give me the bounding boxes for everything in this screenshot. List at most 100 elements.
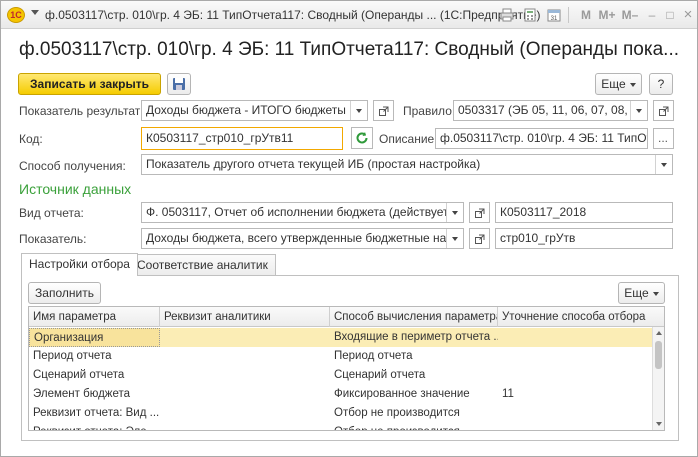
- open-form-icon: [475, 234, 485, 244]
- floppy-disk-icon: [173, 78, 185, 90]
- table-cell[interactable]: Реквизит отчета: Эле...: [29, 423, 160, 430]
- calculator-icon[interactable]: [521, 6, 539, 24]
- table-cell[interactable]: Сценарий отчета: [330, 366, 498, 385]
- table-cell[interactable]: [498, 347, 652, 366]
- table-cell[interactable]: Отбор не производится: [330, 404, 498, 423]
- indicator-result-value: Доходы бюджета - ИТОГО бюджеты горо: [146, 103, 368, 117]
- table-row[interactable]: Реквизит отчета: Вид ... Отбор не произв…: [29, 404, 653, 423]
- table-cell[interactable]: Входящие в периметр отчета ...: [330, 328, 498, 347]
- page-title: ф.0503117\стр. 010\гр. 4 ЭБ: 11 ТипОтчет…: [19, 39, 679, 60]
- edit-description-button[interactable]: ...: [653, 128, 674, 149]
- table-cell[interactable]: Фиксированное значение: [330, 385, 498, 404]
- description-input[interactable]: ф.0503117\стр. 010\гр. 4 ЭБ: 11 ТипОтче: [435, 128, 648, 149]
- tab-filter-settings[interactable]: Настройки отбора: [21, 253, 138, 276]
- indicator-label: Показатель:: [19, 232, 87, 246]
- refresh-code-button[interactable]: [351, 127, 373, 149]
- table-cell[interactable]: [498, 423, 652, 430]
- table-cell[interactable]: [160, 385, 330, 404]
- title-bar: 1С ф.0503117\стр. 010\гр. 4 ЭБ: 11 ТипОт…: [1, 1, 697, 29]
- more-button[interactable]: Еще: [595, 73, 642, 95]
- table-cell[interactable]: 11: [498, 385, 652, 404]
- refresh-icon: [356, 132, 368, 144]
- report-type-code: К0503117_2018: [495, 202, 673, 223]
- scroll-up-icon[interactable]: [656, 331, 662, 335]
- memory-m-icon[interactable]: M: [577, 6, 595, 24]
- column-header-name[interactable]: Имя параметра: [29, 307, 160, 327]
- table-cell[interactable]: Период отчета: [330, 347, 498, 366]
- code-label: Код:: [19, 132, 43, 146]
- open-rule-button[interactable]: [653, 100, 674, 121]
- print-icon[interactable]: [498, 6, 516, 24]
- column-header-method[interactable]: Способ вычисления параметра: [330, 307, 498, 327]
- vertical-scrollbar[interactable]: [652, 327, 664, 430]
- data-source-heading: Источник данных: [19, 181, 132, 197]
- open-indicator-result-button[interactable]: [373, 100, 394, 121]
- minimize-button[interactable]: –: [643, 6, 661, 24]
- column-header-attribute[interactable]: Реквизит аналитики: [160, 307, 330, 327]
- open-form-icon: [659, 106, 669, 116]
- table-cell[interactable]: Отбор не производится: [330, 423, 498, 430]
- table-cell[interactable]: Элемент бюджета: [29, 385, 160, 404]
- app-logo-icon[interactable]: 1С: [7, 7, 25, 23]
- restore-button[interactable]: □: [661, 6, 679, 24]
- chevron-down-icon[interactable]: [655, 155, 672, 174]
- chevron-down-icon[interactable]: [446, 203, 463, 222]
- table-cell[interactable]: [498, 366, 652, 385]
- open-report-type-button[interactable]: [469, 202, 490, 223]
- table-more-label: Еще: [624, 286, 649, 300]
- scroll-thumb[interactable]: [655, 341, 662, 369]
- indicator-result-field[interactable]: Доходы бюджета - ИТОГО бюджеты горо: [141, 100, 368, 121]
- rule-value: 0503317 (ЭБ 05, 11, 06, 07, 08, 09): [458, 103, 648, 117]
- indicator-result-label: Показатель результат:: [19, 104, 144, 118]
- table-cell[interactable]: [160, 328, 330, 347]
- table-cell[interactable]: Реквизит отчета: Вид ...: [29, 404, 160, 423]
- calendar-icon[interactable]: 31: [545, 6, 563, 24]
- indicator-field[interactable]: Доходы бюджета, всего утвержденные бюдже…: [141, 228, 464, 249]
- help-button[interactable]: ?: [649, 73, 673, 95]
- column-header-refinement[interactable]: Уточнение способа отбора: [498, 307, 652, 327]
- table-cell[interactable]: Период отчета: [29, 347, 160, 366]
- description-label: Описание:: [379, 132, 438, 146]
- table-cell[interactable]: [160, 347, 330, 366]
- chevron-down-icon[interactable]: [630, 101, 647, 120]
- tab-analytics-mapping[interactable]: Соответствие аналитик: [129, 254, 276, 275]
- method-value: Показатель другого отчета текущей ИБ (пр…: [146, 157, 481, 171]
- table-row[interactable]: Период отчета Период отчета: [29, 347, 653, 366]
- table-row[interactable]: Организация Входящие в периметр отчета .…: [29, 328, 653, 347]
- report-type-label: Вид отчета:: [19, 206, 84, 220]
- table-cell[interactable]: [498, 328, 652, 347]
- code-input[interactable]: К0503117_стр010_грУтв11: [141, 127, 343, 150]
- indicator-code: стр010_грУтв: [495, 228, 673, 249]
- scroll-down-icon[interactable]: [656, 422, 662, 426]
- memory-m-plus-icon[interactable]: M+: [598, 6, 616, 24]
- table-cell[interactable]: Организация: [29, 328, 160, 347]
- window-title: ф.0503117\стр. 010\гр. 4 ЭБ: 11 ТипОтчет…: [45, 8, 541, 22]
- method-select[interactable]: Показатель другого отчета текущей ИБ (пр…: [141, 154, 673, 175]
- table-row[interactable]: Сценарий отчета Сценарий отчета: [29, 366, 653, 385]
- close-button[interactable]: ×: [679, 6, 697, 24]
- fill-button[interactable]: Заполнить: [28, 282, 101, 304]
- main-menu-icon[interactable]: [31, 10, 39, 15]
- open-indicator-button[interactable]: [469, 228, 490, 249]
- save-button[interactable]: [167, 73, 191, 95]
- rule-field[interactable]: 0503317 (ЭБ 05, 11, 06, 07, 08, 09): [453, 100, 648, 121]
- table-cell[interactable]: [160, 404, 330, 423]
- table-cell[interactable]: [160, 423, 330, 430]
- parameters-table[interactable]: Имя параметра Реквизит аналитики Способ …: [28, 306, 665, 431]
- table-row[interactable]: Реквизит отчета: Эле... Отбор не произво…: [29, 423, 653, 430]
- chevron-down-icon[interactable]: [350, 101, 367, 120]
- save-and-close-button[interactable]: Записать и закрыть: [18, 73, 161, 95]
- svg-text:31: 31: [551, 16, 558, 22]
- more-label: Еще: [601, 77, 626, 91]
- table-more-button[interactable]: Еще: [618, 282, 665, 304]
- ellipsis-icon: ...: [658, 131, 669, 145]
- app-window: 1С ф.0503117\стр. 010\гр. 4 ЭБ: 11 ТипОт…: [0, 0, 698, 457]
- report-type-field[interactable]: Ф. 0503117, Отчет об исполнении бюджета …: [141, 202, 464, 223]
- chevron-down-icon[interactable]: [446, 229, 463, 248]
- memory-m-minus-icon[interactable]: M–: [621, 6, 639, 24]
- table-cell[interactable]: [498, 404, 652, 423]
- table-cell[interactable]: Сценарий отчета: [29, 366, 160, 385]
- table-row[interactable]: Элемент бюджета Фиксированное значение 1…: [29, 385, 653, 404]
- table-cell[interactable]: [160, 366, 330, 385]
- chevron-down-icon: [652, 291, 659, 296]
